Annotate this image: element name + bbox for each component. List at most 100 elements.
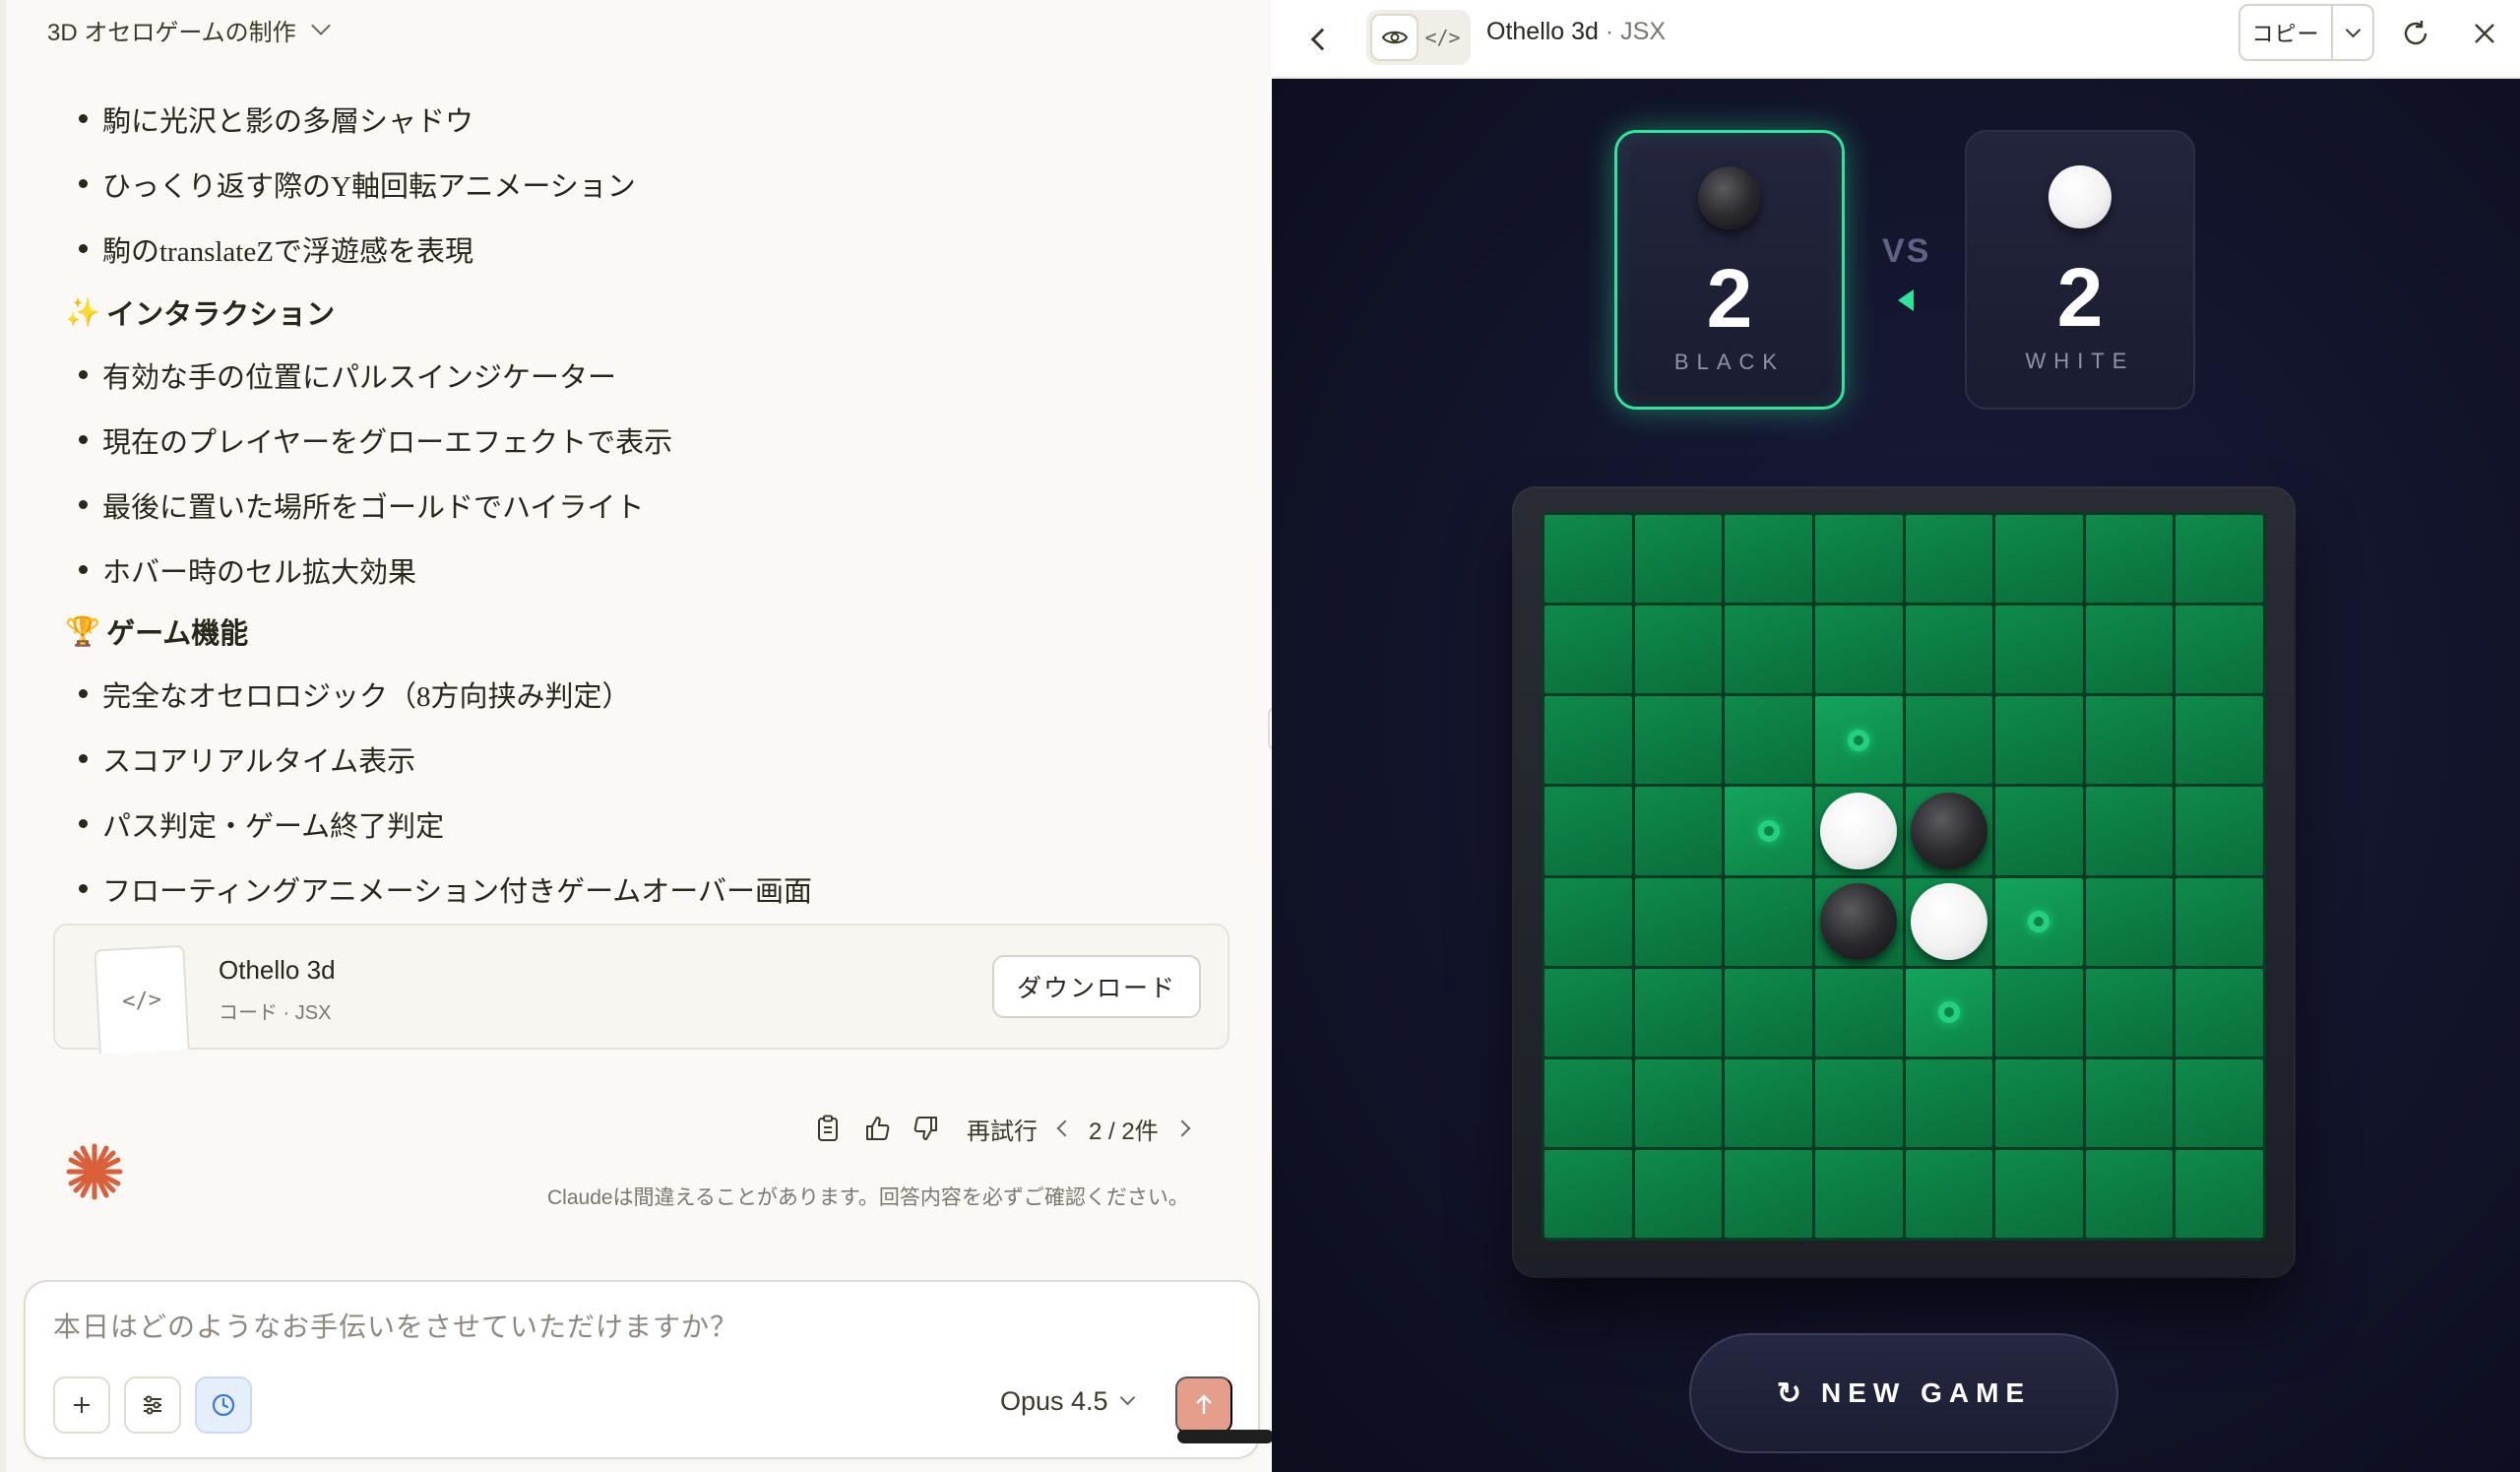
valid-move-indicator-icon [1757,819,1780,842]
sparkles-icon: ✨ [65,294,101,329]
board-cell[interactable] [1544,1058,1632,1147]
board-cell[interactable] [1544,606,1632,694]
model-selector[interactable]: Opus 4.5 [1000,1386,1135,1417]
board-cell[interactable] [2085,606,2174,694]
board-cell[interactable] [2085,1058,2174,1147]
scrollbar[interactable] [1177,1430,1274,1443]
board-cell[interactable] [2175,877,2263,966]
board-cell[interactable] [1725,696,1812,785]
preview-tab[interactable] [1370,14,1418,61]
board-cell[interactable] [1634,696,1723,785]
board-cell[interactable] [2175,696,2263,785]
board-cell[interactable] [1634,877,1723,966]
chevron-right-icon[interactable] [1173,1120,1191,1137]
thumbs-up-icon[interactable] [852,1108,902,1149]
refresh-button[interactable] [2396,14,2435,53]
board-cell[interactable] [2085,968,2174,1056]
board-cell[interactable] [1814,1149,1903,1238]
artifact-name: Othello 3d [219,955,336,985]
board-cell[interactable] [1995,515,2083,604]
board-cell[interactable] [1634,515,1723,604]
copy-options-button[interactable] [2331,6,2372,59]
conversation-title-button[interactable]: 3D オセロゲームの制作 [47,10,331,49]
board-cell[interactable] [1634,1149,1723,1238]
board-cell[interactable] [1905,1149,1993,1238]
code-tab[interactable]: </> [1418,14,1467,61]
board-cell[interactable] [1905,1058,1993,1147]
board-cell[interactable] [1905,787,1993,875]
board-cell[interactable] [1995,1149,2083,1238]
valid-move-cell[interactable] [1905,968,1993,1056]
board-cell[interactable] [1995,968,2083,1056]
board-cell[interactable] [1544,968,1632,1056]
board-cell[interactable] [1814,968,1903,1056]
arrow-up-icon [1196,1394,1212,1414]
board-cell[interactable] [1725,877,1812,966]
board-cell[interactable] [1814,515,1903,604]
board-cell[interactable] [1995,696,2083,785]
board-cell[interactable] [1725,515,1812,604]
send-button[interactable] [1175,1376,1232,1434]
board-cell[interactable] [1725,606,1812,694]
plus-icon [74,1397,90,1413]
back-button[interactable] [1301,22,1337,57]
board-cell[interactable] [1725,1149,1812,1238]
board-cell[interactable] [2175,515,2263,604]
board-cell[interactable] [2085,515,2174,604]
close-button[interactable] [2465,14,2504,53]
board-cell[interactable] [1814,877,1903,966]
board-cell[interactable] [1905,606,1993,694]
history-button[interactable] [195,1376,252,1434]
chevron-left-icon[interactable] [1056,1120,1074,1137]
board-cell[interactable] [1544,1149,1632,1238]
retry-button[interactable]: 再試行 [967,1112,1038,1146]
board-cell[interactable] [1995,1058,2083,1147]
artifact-meta: コード · JSX [219,1002,332,1024]
board-cell[interactable] [1725,968,1812,1056]
board-cell[interactable] [2175,606,2263,694]
settings-button[interactable] [124,1376,181,1434]
board-cell[interactable] [2085,877,2174,966]
board-cell[interactable] [1905,515,1993,604]
board-cell[interactable] [2085,787,2174,875]
board-cell[interactable] [2175,968,2263,1056]
artifact-card[interactable]: </> Othello 3d コード · JSX ダウンロード [53,924,1229,1055]
board-cell[interactable] [1905,696,1993,785]
valid-move-cell[interactable] [1725,787,1812,875]
add-attachment-button[interactable] [53,1376,110,1434]
board-cell[interactable] [1814,606,1903,694]
board-cell[interactable] [1634,968,1723,1056]
board-cell[interactable] [2085,1149,2174,1238]
board-cell[interactable] [1544,696,1632,785]
board-cell[interactable] [1905,877,1993,966]
board-cell[interactable] [1995,606,2083,694]
list-item: 有効な手の位置にパルスインジケーター [78,354,616,396]
board-cell[interactable] [1634,606,1723,694]
board-cell[interactable] [1544,787,1632,875]
board-cell[interactable] [2175,787,2263,875]
thumbs-down-icon[interactable] [902,1108,951,1149]
model-name: Opus 4.5 [1000,1386,1108,1416]
copy-button[interactable]: コピー [2240,6,2331,59]
board-cell[interactable] [1544,877,1632,966]
black-score: 2 [1706,252,1753,345]
board-cell[interactable] [2175,1058,2263,1147]
message-input[interactable] [53,1306,1136,1349]
board-cell[interactable] [1725,1058,1812,1147]
board-cell[interactable] [1995,787,2083,875]
board-cell[interactable] [2175,1149,2263,1238]
valid-move-cell[interactable] [1814,696,1903,785]
composer: Opus 4.5 [24,1280,1260,1459]
artifact-title: Othello 3d · JSX [1486,18,1667,45]
board-cell[interactable] [1634,787,1723,875]
new-game-button[interactable]: ↻ NEW GAME [1689,1333,2118,1453]
board-cell[interactable] [1814,1058,1903,1147]
download-button[interactable]: ダウンロード [992,955,1201,1018]
board-cell[interactable] [1634,1058,1723,1147]
valid-move-cell[interactable] [1995,877,2083,966]
board-cell[interactable] [1814,787,1903,875]
board-cell[interactable] [1544,515,1632,604]
copy-icon[interactable] [803,1108,852,1149]
black-stone-icon [1698,166,1761,229]
board-cell[interactable] [2085,696,2174,785]
